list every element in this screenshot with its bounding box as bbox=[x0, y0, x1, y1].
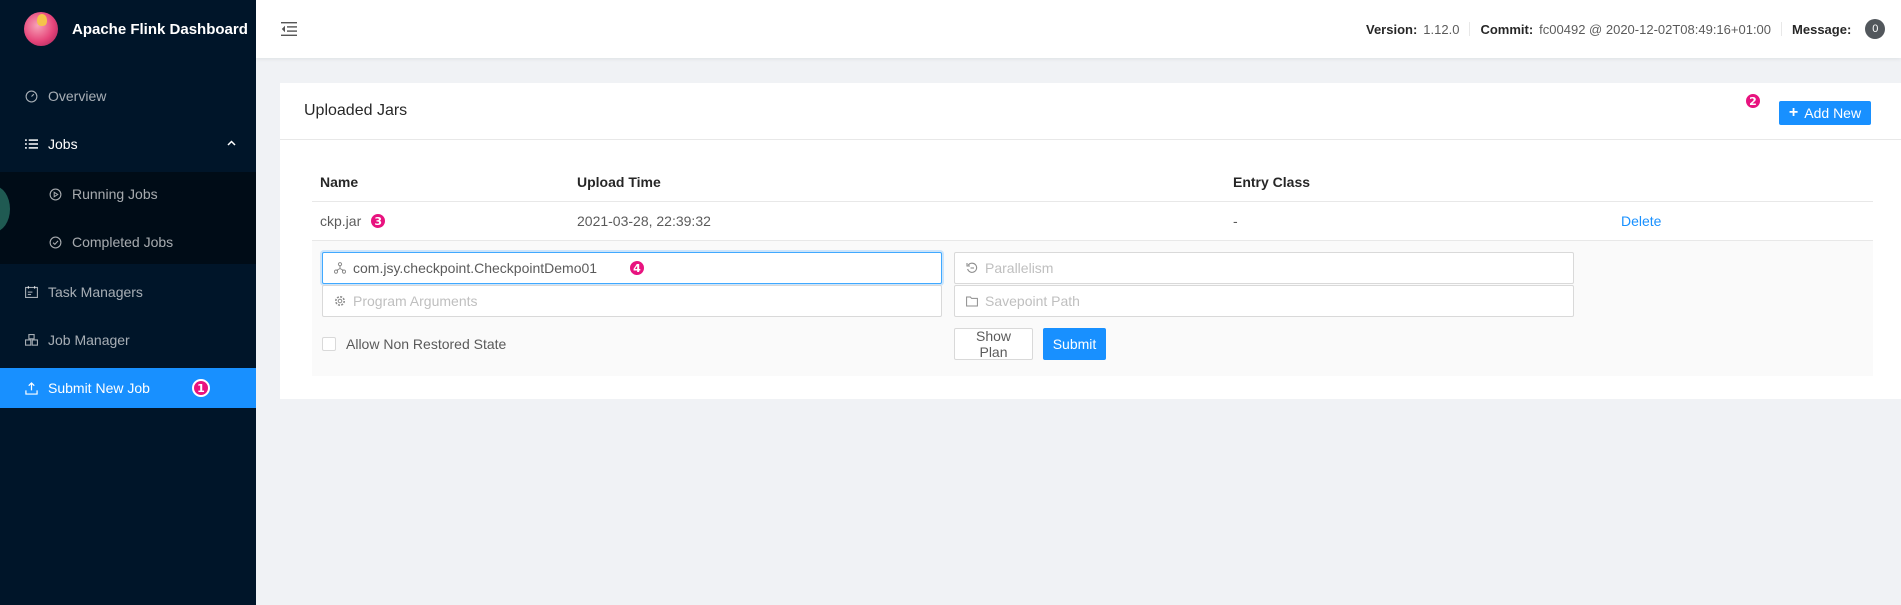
table-header: Name Upload Time Entry Class bbox=[312, 163, 1873, 202]
card-title: Uploaded Jars bbox=[304, 102, 408, 119]
allow-non-restored-checkbox[interactable] bbox=[322, 337, 336, 351]
annotation-badge: 2 bbox=[1744, 92, 1762, 110]
menu-fold-icon[interactable] bbox=[280, 21, 298, 37]
sidebar-item-label: Running Jobs bbox=[72, 186, 158, 202]
commit-value: fc00492 @ 2020-12-02T08:49:16+01:00 bbox=[1539, 21, 1772, 37]
divider bbox=[1469, 22, 1471, 36]
upload-icon bbox=[24, 381, 38, 395]
sidebar-item-label: Task Managers bbox=[48, 284, 143, 300]
sidebar-item-label: Job Manager bbox=[48, 332, 130, 348]
jobs-submenu: Running Jobs Completed Jobs bbox=[0, 172, 256, 264]
column-header-upload-time: Upload Time bbox=[577, 174, 661, 190]
sidebar-item-jobs[interactable]: Jobs bbox=[0, 124, 256, 164]
sidebar-item-label: Completed Jobs bbox=[72, 234, 174, 250]
cell-upload-time: 2021-03-28, 22:39:32 bbox=[577, 213, 711, 229]
sidebar-menu: Overview Jobs Running Jobs Completed Job… bbox=[0, 76, 256, 416]
savepoint-path-input[interactable]: Savepoint Path bbox=[954, 285, 1574, 317]
show-plan-button[interactable]: Show Plan bbox=[954, 328, 1033, 360]
build-icon bbox=[24, 333, 38, 347]
plus-icon: + bbox=[1788, 104, 1799, 121]
annotation-badge: 4 bbox=[628, 259, 646, 277]
add-new-label: Add New bbox=[1804, 105, 1862, 121]
card-header: Uploaded Jars 2 + Add New bbox=[280, 83, 1901, 140]
sidebar-item-label: Overview bbox=[48, 88, 107, 104]
submit-form: com.jsy.checkpoint.CheckpointDemo01 4 Pa… bbox=[312, 241, 1873, 376]
gear-icon bbox=[333, 294, 347, 308]
sidebar-item-running-jobs[interactable]: Running Jobs bbox=[0, 174, 256, 214]
sidebar-item-task-managers[interactable]: Task Managers bbox=[0, 272, 256, 312]
jar-name: ckp.jar bbox=[320, 213, 362, 229]
commit-label: Commit: bbox=[1480, 21, 1534, 37]
jars-table: Name Upload Time Entry Class ckp.jar 3 2… bbox=[312, 163, 1873, 241]
annotation-badge: 3 bbox=[369, 212, 388, 230]
rollback-icon bbox=[965, 261, 979, 275]
table-row[interactable]: ckp.jar 3 2021-03-28, 22:39:32 - Delete bbox=[312, 202, 1873, 241]
schedule-icon bbox=[24, 285, 38, 299]
logo[interactable]: Apache Flink Dashboard bbox=[0, 0, 256, 58]
add-new-button[interactable]: + Add New bbox=[1779, 101, 1871, 125]
annotation-badge: 1 bbox=[191, 379, 210, 397]
parallelism-placeholder: Parallelism bbox=[985, 260, 1054, 276]
cell-name: ckp.jar 3 bbox=[312, 212, 569, 230]
cell-actions: Delete bbox=[1613, 213, 1873, 229]
uploaded-jars-card: Uploaded Jars 2 + Add New Name Upload Ti… bbox=[280, 83, 1901, 399]
message-count-badge[interactable]: 0 bbox=[1865, 19, 1886, 39]
list-icon bbox=[24, 137, 38, 151]
message-label: Message: bbox=[1792, 21, 1852, 37]
sidebar-item-submit-new-job[interactable]: Submit New Job 1 bbox=[0, 368, 256, 408]
sidebar-item-completed-jobs[interactable]: Completed Jobs bbox=[0, 222, 256, 262]
parallelism-input[interactable]: Parallelism bbox=[954, 252, 1574, 284]
sidebar: Apache Flink Dashboard Overview Jobs Run… bbox=[0, 0, 256, 605]
app-title: Apache Flink Dashboard bbox=[72, 20, 248, 38]
header: Version: 1.12.0 Commit: fc00492 @ 2020-1… bbox=[256, 0, 1901, 58]
check-circle-icon bbox=[48, 235, 62, 249]
cluster-icon bbox=[333, 261, 347, 275]
column-header-name: Name bbox=[320, 174, 359, 190]
entry-class-value: com.jsy.checkpoint.CheckpointDemo01 bbox=[353, 260, 598, 276]
sidebar-item-label: Jobs bbox=[48, 136, 78, 152]
dashboard-icon bbox=[24, 89, 38, 103]
savepoint-path-placeholder: Savepoint Path bbox=[985, 293, 1080, 309]
sidebar-item-job-manager[interactable]: Job Manager bbox=[0, 320, 256, 360]
cell-entry-class: - bbox=[1233, 213, 1238, 229]
program-arguments-input[interactable]: Program Arguments bbox=[322, 285, 942, 317]
allow-non-restored-checkbox-row[interactable]: Allow Non Restored State bbox=[322, 336, 506, 352]
delete-link[interactable]: Delete bbox=[1621, 213, 1661, 229]
flink-squirrel-logo-icon bbox=[24, 12, 58, 46]
chevron-up-icon bbox=[227, 138, 236, 149]
allow-non-restored-label: Allow Non Restored State bbox=[346, 336, 507, 352]
column-header-entry-class: Entry Class bbox=[1233, 174, 1311, 190]
divider bbox=[1781, 22, 1783, 36]
entry-class-input[interactable]: com.jsy.checkpoint.CheckpointDemo01 4 bbox=[322, 252, 942, 284]
folder-icon bbox=[965, 294, 979, 308]
version-value: 1.12.0 bbox=[1423, 21, 1460, 37]
sidebar-item-label: Submit New Job bbox=[48, 380, 150, 396]
version-label: Version: bbox=[1366, 21, 1418, 37]
submit-button[interactable]: Submit bbox=[1043, 328, 1106, 360]
header-info: Version: 1.12.0 Commit: fc00492 @ 2020-1… bbox=[1366, 0, 1886, 58]
play-circle-icon bbox=[48, 187, 62, 201]
sidebar-item-overview[interactable]: Overview bbox=[0, 76, 256, 116]
program-arguments-placeholder: Program Arguments bbox=[353, 293, 478, 309]
